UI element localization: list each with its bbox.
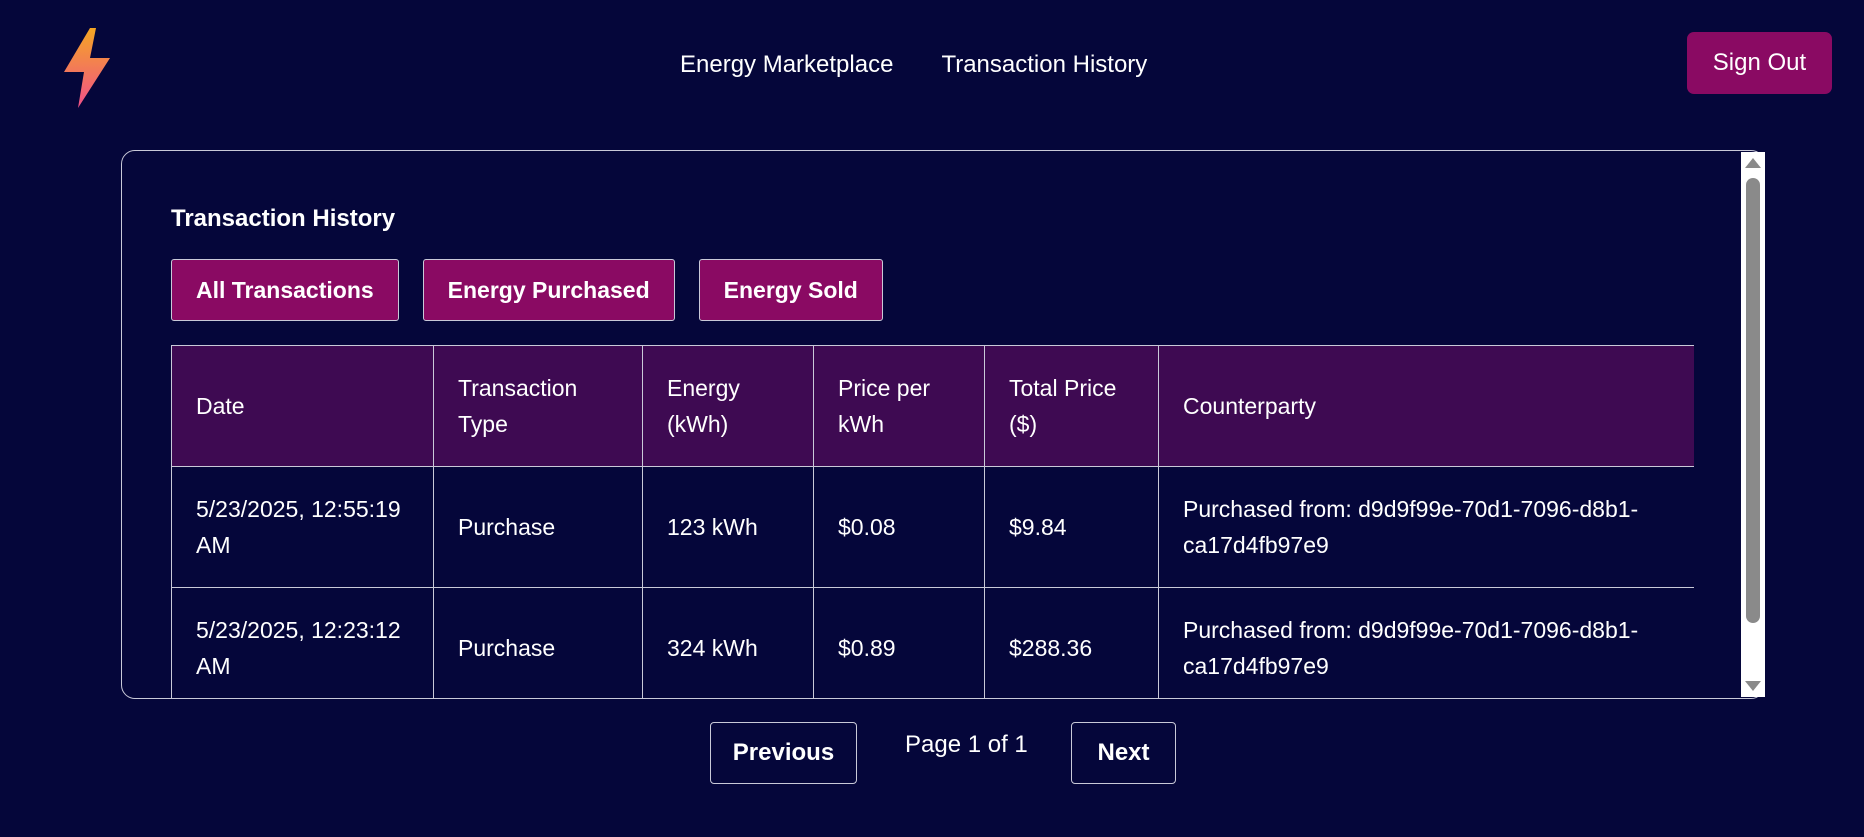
lightning-bolt-icon[interactable] [60,26,114,110]
filter-buttons: All Transactions Energy Purchased Energy… [171,259,883,321]
scrollbar-thumb[interactable] [1746,178,1760,623]
cell-price-per-kwh: $0.08 [813,466,985,588]
column-header-transaction-type: Transaction Type [433,345,643,467]
scroll-up-arrow-icon[interactable] [1745,158,1761,168]
next-page-button[interactable]: Next [1071,722,1176,784]
sign-out-button[interactable]: Sign Out [1687,32,1832,94]
transaction-history-panel: Transaction History All Transactions Ene… [121,150,1765,699]
table-header-row: Date Transaction Type Energy (kWh) Price… [171,345,1694,467]
filter-energy-sold-button[interactable]: Energy Sold [698,259,883,321]
transactions-table-container: Date Transaction Type Energy (kWh) Price… [171,345,1694,698]
cell-energy: 324 kWh [642,587,814,698]
filter-all-transactions-button[interactable]: All Transactions [171,259,399,321]
column-header-date: Date [171,345,434,467]
cell-counterparty: Purchased from: d9d9f99e-70d1-7096-d8b1-… [1158,587,1694,698]
pagination: Previous Page 1 of 1 Next [0,722,1864,784]
table-row: 5/23/2025, 12:55:19 AM Purchase 123 kWh … [171,466,1694,588]
nav-link-transaction-history[interactable]: Transaction History [941,46,1147,84]
cell-energy: 123 kWh [642,466,814,588]
cell-transaction-type: Purchase [433,587,643,698]
filter-energy-purchased-button[interactable]: Energy Purchased [422,259,675,321]
page-indicator: Page 1 of 1 [905,731,1028,758]
cell-total-price: $9.84 [984,466,1159,588]
previous-page-button[interactable]: Previous [710,722,857,784]
nav-link-energy-marketplace[interactable]: Energy Marketplace [680,46,893,84]
column-header-total-price: Total Price ($) [984,345,1159,467]
column-header-counterparty: Counterparty [1158,345,1694,467]
panel-scrollbar[interactable] [1741,152,1765,697]
cell-price-per-kwh: $0.89 [813,587,985,698]
transactions-table: Date Transaction Type Energy (kWh) Price… [171,345,1694,698]
column-header-energy: Energy (kWh) [642,345,814,467]
table-row: 5/23/2025, 12:23:12 AM Purchase 324 kWh … [171,587,1694,698]
top-header: Energy Marketplace Transaction History S… [0,0,1864,130]
cell-total-price: $288.36 [984,587,1159,698]
column-header-price-per-kwh: Price per kWh [813,345,985,467]
cell-date: 5/23/2025, 12:23:12 AM [171,587,434,698]
panel-title: Transaction History [171,205,396,232]
main-nav: Energy Marketplace Transaction History [680,46,1147,84]
scroll-down-arrow-icon[interactable] [1745,681,1761,691]
cell-date: 5/23/2025, 12:55:19 AM [171,466,434,588]
cell-transaction-type: Purchase [433,466,643,588]
cell-counterparty: Purchased from: d9d9f99e-70d1-7096-d8b1-… [1158,466,1694,588]
